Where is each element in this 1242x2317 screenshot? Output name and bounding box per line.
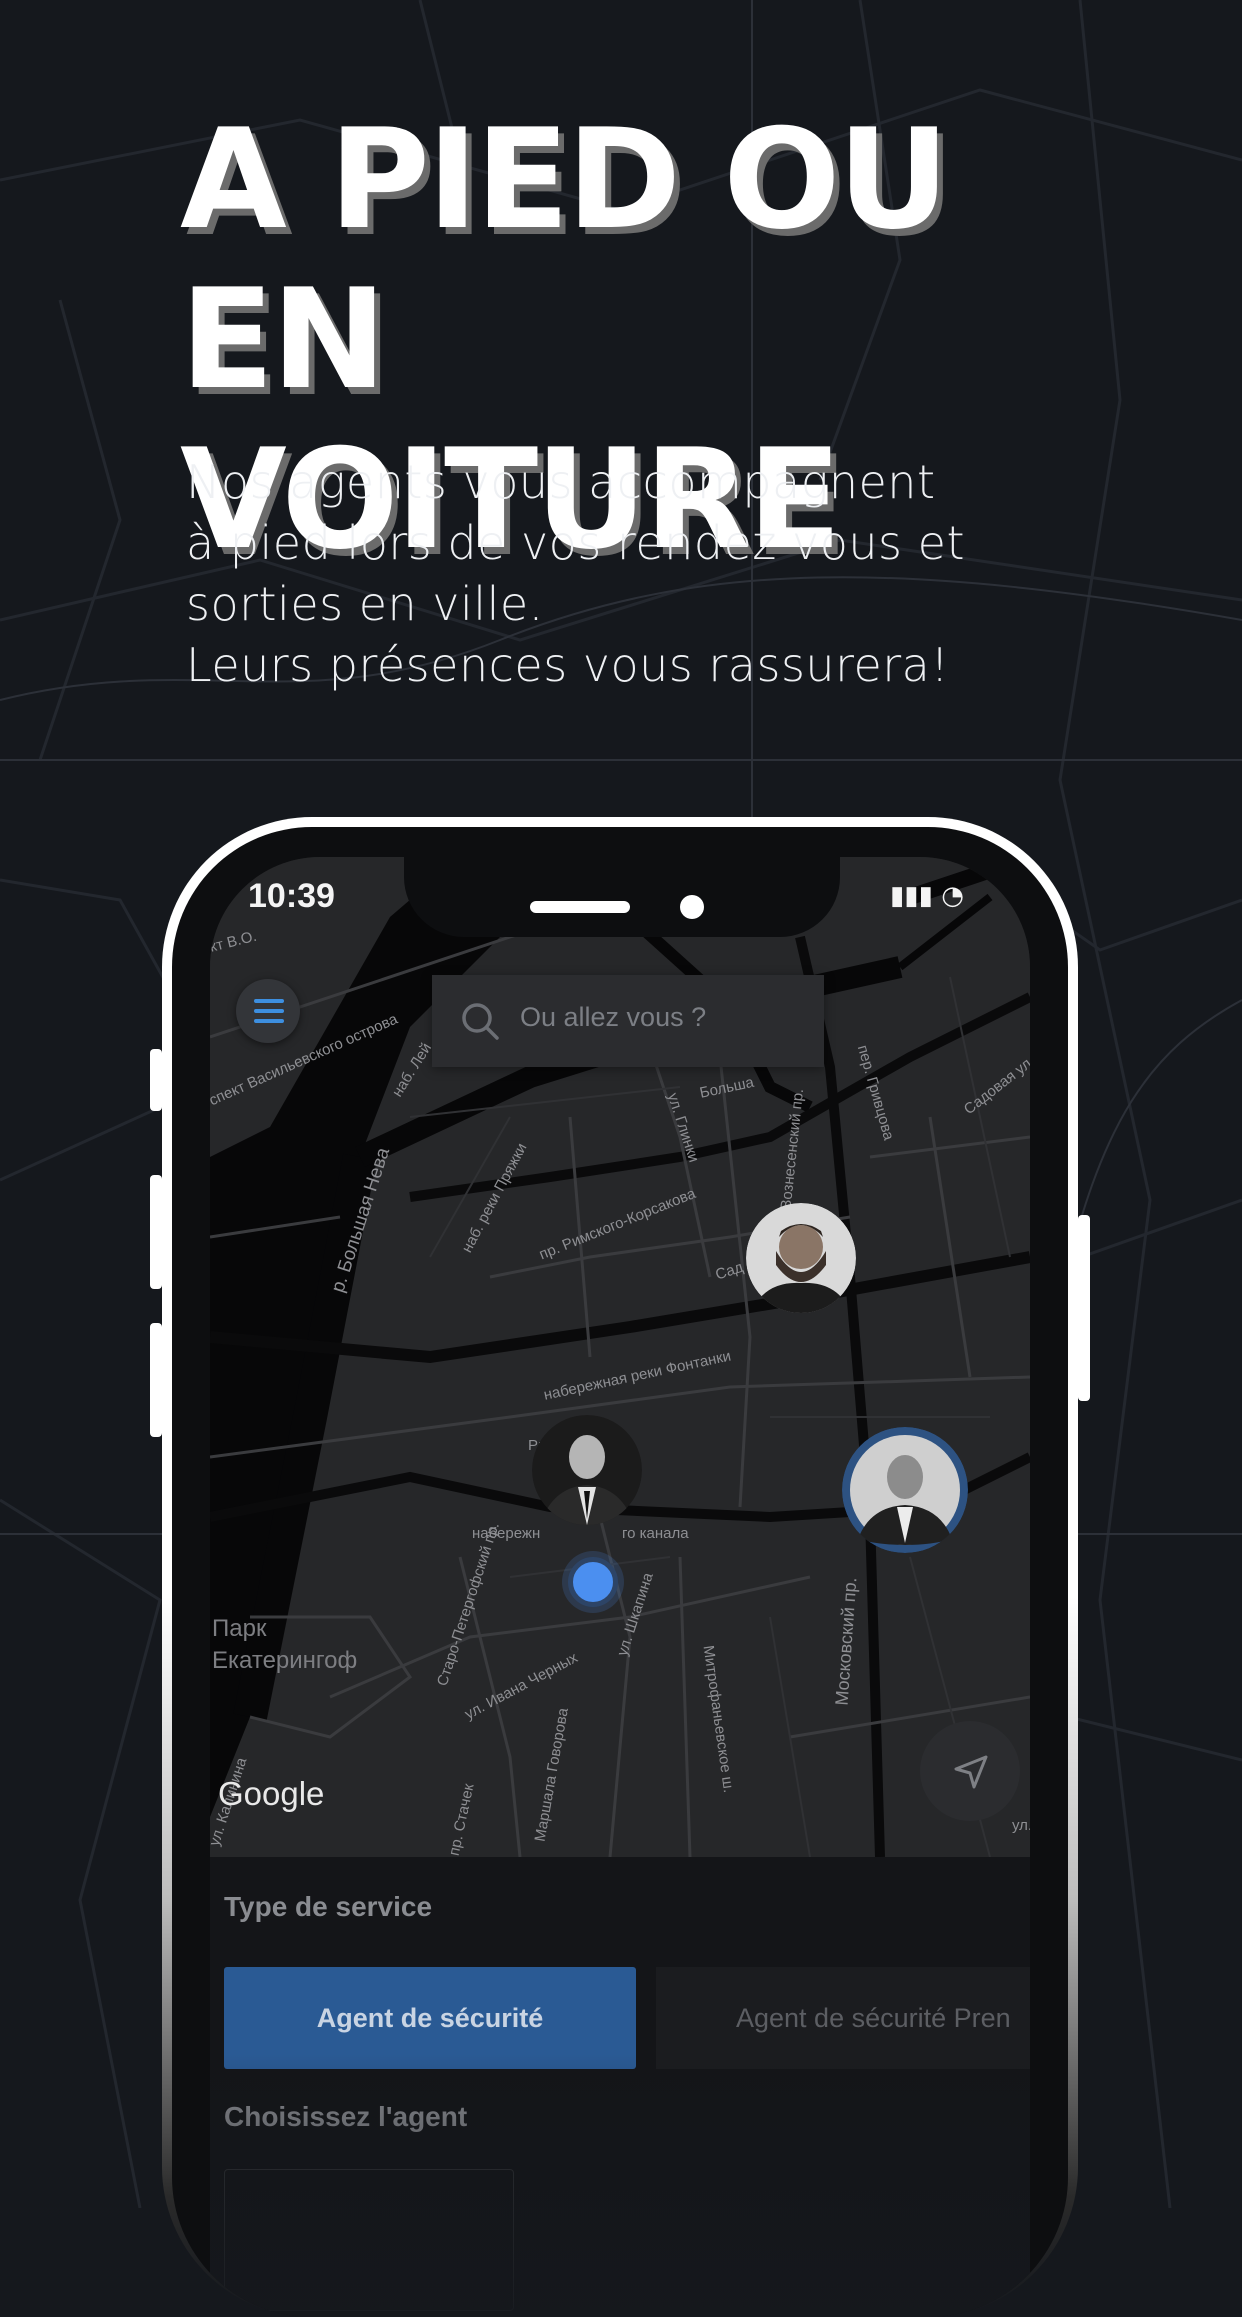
service-option-premium-agent[interactable]: Agent de sécurité Pren xyxy=(656,1967,1030,2069)
phone-notch xyxy=(404,827,840,937)
agent-marker-suit[interactable] xyxy=(532,1415,642,1525)
map-view[interactable]: 10:39 ▮▮▮ ◔ Ou allez vous ? кт В.О. спек… xyxy=(210,857,1030,1857)
search-placeholder: Ou allez vous ? xyxy=(520,1002,707,1032)
status-icons: ▮▮▮ ◔ xyxy=(890,881,964,911)
wifi-icon: ◔ xyxy=(941,881,964,911)
phone-power-button xyxy=(1078,1215,1090,1401)
subtitle-line-3: sorties en ville. xyxy=(186,577,544,631)
park-label: Парк Екатерингоф xyxy=(212,1615,358,1674)
phone-volume-down-button xyxy=(150,1323,162,1437)
menu-button[interactable] xyxy=(236,979,300,1043)
signal-icon: ▮▮▮ xyxy=(890,881,933,911)
subtitle: Nos agents vous accompagnent à pied lors… xyxy=(186,452,1086,696)
phone-mockup: 10:39 ▮▮▮ ◔ Ou allez vous ? кт В.О. спек… xyxy=(150,817,1090,2317)
subtitle-line-1: Nos agents vous accompagnent xyxy=(186,455,936,509)
map-street-label: го канала xyxy=(622,1525,689,1542)
locate-me-button[interactable] xyxy=(920,1721,1020,1821)
status-time: 10:39 xyxy=(248,877,335,915)
service-type-title: Type de service xyxy=(224,1891,433,1922)
agent-marker-bearded[interactable] xyxy=(746,1203,856,1313)
headline-line-1: A PIED OU xyxy=(180,99,950,260)
current-location-dot xyxy=(568,1557,618,1607)
agent-card[interactable] xyxy=(224,2169,514,2311)
phone-silent-switch xyxy=(150,1049,162,1111)
choose-agent-title: Choisissez l'agent xyxy=(224,2101,468,2132)
navigation-arrow-icon xyxy=(954,1755,988,1789)
subtitle-line-2: à pied lors de vos rendez vous et xyxy=(186,516,965,570)
phone-bezel: 10:39 ▮▮▮ ◔ Ou allez vous ? кт В.О. спек… xyxy=(172,827,1068,2317)
search-input[interactable]: Ou allez vous ? xyxy=(432,975,824,1067)
agent-marker-selected[interactable] xyxy=(842,1427,968,1553)
service-option-security-agent[interactable]: Agent de sécurité xyxy=(224,1967,636,2069)
phone-speaker xyxy=(530,901,630,913)
phone-camera xyxy=(680,895,704,919)
app-screen: 10:39 ▮▮▮ ◔ Ou allez vous ? кт В.О. спек… xyxy=(210,857,1030,2317)
phone-volume-up-button xyxy=(150,1175,162,1289)
map-street-label: ул. xyxy=(1012,1817,1030,1834)
subtitle-line-4: Leurs présences vous rassurera! xyxy=(186,638,950,692)
search-icon xyxy=(462,1003,499,1040)
service-panel: Type de service Agent de sécurité Agent … xyxy=(210,1857,1030,2317)
google-logo: Google xyxy=(218,1775,325,1812)
